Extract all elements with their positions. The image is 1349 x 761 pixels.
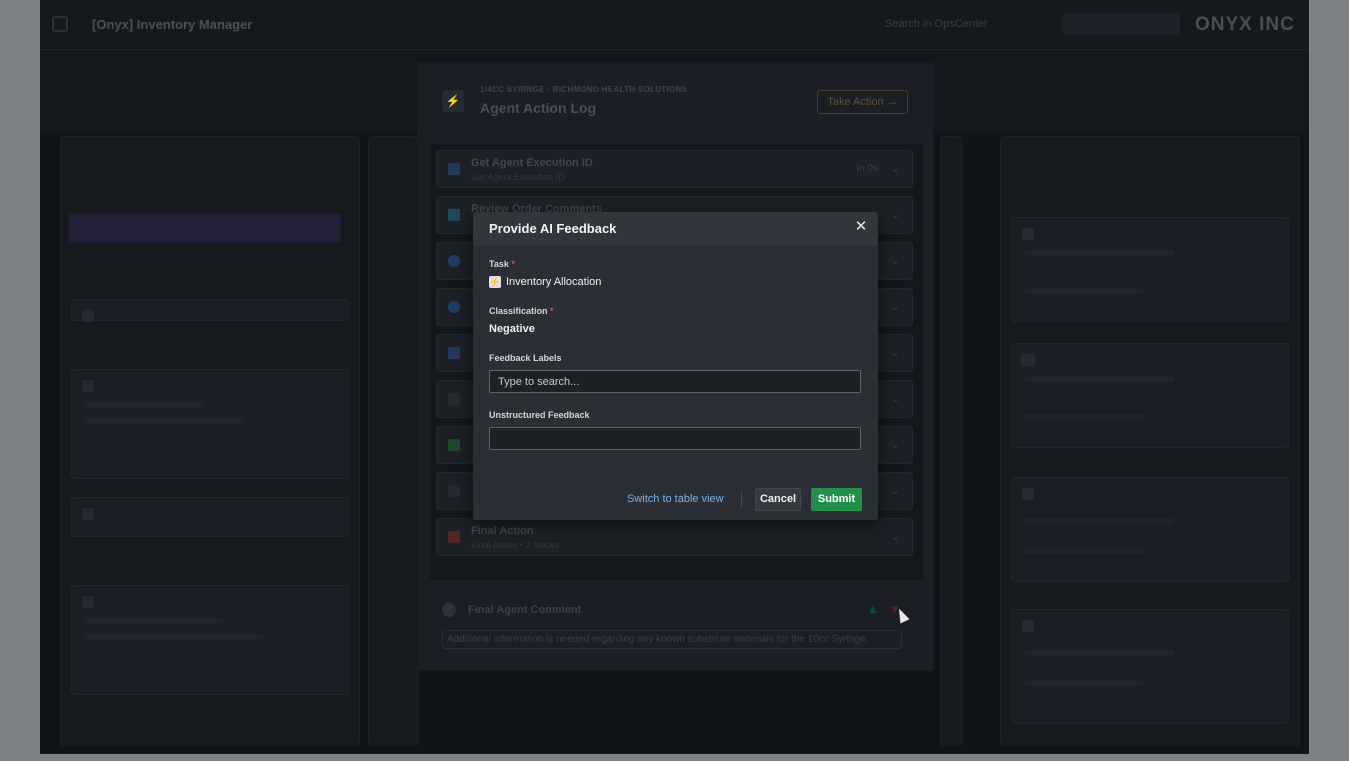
background-card — [71, 369, 349, 479]
modal-header: Provide AI Feedback ✕ — [473, 212, 878, 245]
chevron-down-icon[interactable]: ⌄ — [891, 438, 900, 451]
unstructured-feedback-label: Unstructured Feedback — [489, 410, 590, 420]
modal-title: Provide AI Feedback — [489, 221, 617, 236]
chevron-down-icon[interactable]: ⌄ — [891, 530, 900, 543]
thumbs-up-icon[interactable]: ▲ — [867, 602, 879, 616]
final-comment-text: Additional information is needed regardi… — [442, 630, 902, 649]
app-grid-icon[interactable] — [52, 16, 68, 32]
warning-icon — [448, 531, 460, 543]
brand-logo: ONYX INC — [1195, 14, 1295, 35]
step-icon — [448, 301, 460, 313]
switch-to-table-view-link[interactable]: Switch to table view — [627, 493, 724, 505]
task-value: ⚡ Inventory Allocation — [489, 275, 601, 289]
step-icon — [448, 393, 460, 405]
action-step[interactable]: Get Agent Execution ID Get Agent Executi… — [436, 150, 913, 188]
take-action-label: Take Action — [827, 96, 884, 108]
panel-title: Agent Action Log — [480, 100, 597, 116]
background-card — [1011, 609, 1289, 724]
lightning-icon: ⚡ — [489, 276, 501, 288]
background-card — [71, 497, 349, 537]
background-column — [1000, 136, 1300, 746]
background-card — [1011, 343, 1289, 448]
submit-button[interactable]: Submit — [811, 488, 862, 511]
take-action-button[interactable]: Take Action → — [817, 90, 908, 114]
feedback-modal: Provide AI Feedback ✕ Task * ⚡ Inventory… — [473, 212, 878, 520]
step-title: Final Action — [471, 525, 534, 537]
close-icon[interactable]: ✕ — [854, 219, 868, 235]
background-card — [71, 299, 349, 322]
selected-row — [69, 213, 341, 243]
unstructured-feedback-input[interactable] — [489, 427, 861, 450]
task-label: Task * — [489, 259, 515, 269]
required-mark: * — [511, 259, 515, 269]
action-step[interactable]: Final Action Final Action • 2 blocks ⌄ — [436, 518, 913, 556]
divider — [741, 490, 742, 508]
lightning-icon: ⚡ — [442, 90, 464, 112]
search-input[interactable]: Search in OpsCenter — [885, 18, 988, 30]
step-icon — [448, 209, 460, 221]
step-duration: In 0s — [856, 163, 878, 174]
step-icon — [448, 163, 460, 175]
comment-icon — [442, 603, 456, 617]
cancel-button[interactable]: Cancel — [755, 488, 801, 511]
step-icon — [448, 485, 460, 497]
classification-label: Classification * — [489, 306, 554, 316]
background-card — [71, 585, 349, 695]
app-title: [Onyx] Inventory Manager — [92, 17, 253, 32]
step-icon — [448, 347, 460, 359]
final-comment-label: Final Agent Comment — [468, 604, 582, 616]
chevron-down-icon[interactable]: ⌄ — [891, 254, 900, 267]
required-mark: * — [550, 306, 554, 316]
task-value-text: Inventory Allocation — [506, 276, 602, 288]
background-column — [940, 136, 962, 746]
chevron-down-icon[interactable]: ⌄ — [891, 208, 900, 221]
step-subtitle: Get Agent Execution ID — [471, 172, 565, 182]
panel-subtitle: 1/4CC SYRINGE - RICHMOND HEALTH SOLUTION… — [480, 85, 688, 94]
chevron-down-icon[interactable]: ⌄ — [891, 484, 900, 497]
task-label-text: Task — [489, 259, 509, 269]
background-column — [60, 136, 360, 746]
step-icon — [448, 439, 460, 451]
step-icon — [448, 255, 460, 267]
chevron-down-icon[interactable]: ⌄ — [891, 392, 900, 405]
chevron-down-icon[interactable]: ⌄ — [891, 162, 900, 175]
classification-value: Negative — [489, 323, 535, 335]
background-card — [1011, 217, 1289, 322]
top-nav-bar: [Onyx] Inventory Manager Search in OpsCe… — [40, 0, 1309, 50]
user-menu[interactable] — [1062, 13, 1180, 35]
chevron-down-icon[interactable]: ⌄ — [891, 346, 900, 359]
feedback-labels-label: Feedback Labels — [489, 353, 562, 363]
step-subtitle: Final Action • 2 blocks — [471, 540, 559, 550]
feedback-labels-search-input[interactable] — [489, 370, 861, 393]
background-card — [1011, 477, 1289, 582]
chevron-down-icon[interactable]: ⌄ — [891, 300, 900, 313]
background-column — [368, 136, 418, 746]
step-title: Get Agent Execution ID — [471, 157, 593, 169]
classification-label-text: Classification — [489, 306, 548, 316]
